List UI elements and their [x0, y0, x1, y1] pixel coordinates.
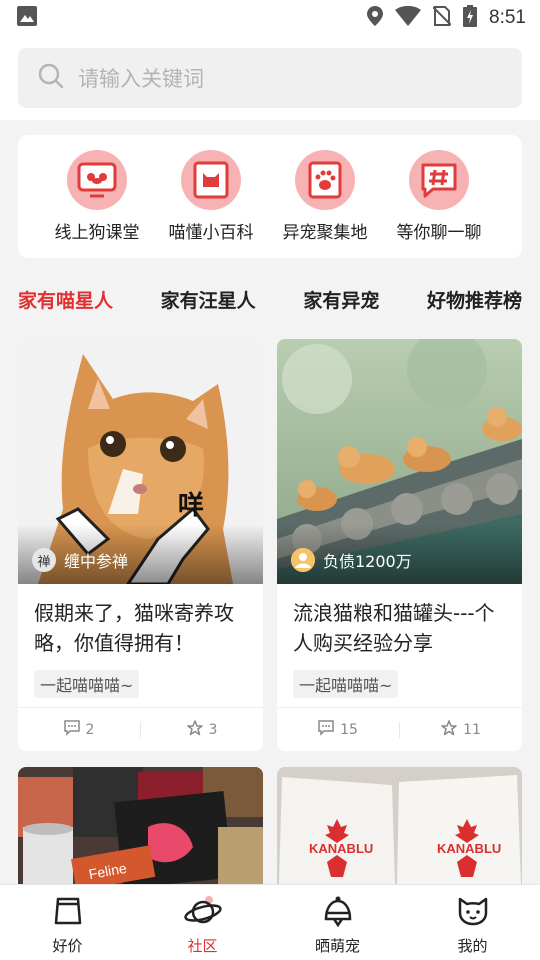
- search-icon: [38, 63, 64, 93]
- planet-icon: [183, 895, 223, 931]
- bottom-nav: 好价 社区 晒萌宠 我的: [0, 884, 540, 960]
- svg-text:KANABLU: KANABLU: [309, 841, 373, 856]
- cats-on-roof-photo: 负债1200万: [277, 339, 522, 584]
- nav-label: 晒萌宠: [314, 937, 360, 955]
- default-avatar-icon: [291, 548, 315, 572]
- favorite-count: 11: [463, 721, 481, 738]
- search-placeholder: 请输入关键词: [78, 67, 204, 91]
- tab-cats[interactable]: 家有喵星人: [18, 286, 113, 313]
- comment-button[interactable]: 15: [277, 719, 399, 740]
- post-title: 假期来了，猫咪寄养攻略，你值得拥有！: [34, 601, 234, 655]
- comment-count: 2: [85, 721, 95, 738]
- star-icon: [441, 719, 457, 740]
- nav-good-price[interactable]: 好价: [0, 885, 135, 960]
- nav-profile[interactable]: 我的: [405, 885, 540, 960]
- orange-cat-meme-photo: 咩 禅 缠中参禅: [18, 339, 263, 584]
- nav-label: 好价: [52, 937, 83, 955]
- comment-button[interactable]: 2: [18, 719, 140, 740]
- category-label: 等你聊一聊: [396, 223, 482, 243]
- category-card: 线上狗课堂 喵懂小百科 异宠聚集地 等你聊一聊: [18, 135, 522, 258]
- tab-exotic[interactable]: 家有异宠: [303, 286, 379, 313]
- clock: 8:51: [489, 7, 526, 28]
- tab-dogs[interactable]: 家有汪星人: [161, 286, 256, 313]
- svg-text:KANABLU: KANABLU: [437, 841, 501, 856]
- comment-icon: [63, 719, 80, 740]
- nav-community[interactable]: 社区: [135, 885, 270, 960]
- gallery-notification-icon: [16, 5, 38, 31]
- category-label: 线上狗课堂: [54, 223, 140, 243]
- favorite-count: 3: [208, 721, 218, 738]
- category-online-dog-class[interactable]: 线上狗课堂: [40, 135, 154, 258]
- search-header: 请输入关键词: [0, 36, 540, 120]
- wifi-icon: [395, 5, 422, 30]
- paw-card-icon: [295, 150, 355, 210]
- section-tabs: 家有喵星人 家有汪星人 家有异宠 好物推荐榜: [18, 282, 522, 316]
- nav-label: 我的: [457, 937, 488, 955]
- nav-label: 社区: [187, 937, 218, 955]
- post-author[interactable]: 禅 缠中参禅: [32, 548, 128, 572]
- post-tag[interactable]: 一起喵喵喵~: [34, 670, 140, 698]
- cat-food-packages-photo: Feline: [18, 767, 263, 884]
- svg-text:咩: 咩: [178, 490, 204, 521]
- status-bar: 8:51: [0, 0, 540, 36]
- dog-screen-icon: [67, 150, 127, 210]
- comment-count: 15: [340, 721, 358, 738]
- category-cat-encyclopedia[interactable]: 喵懂小百科: [154, 135, 268, 258]
- category-chat[interactable]: 等你聊一聊: [382, 135, 496, 258]
- nav-show-pets[interactable]: 晒萌宠: [270, 885, 405, 960]
- hashtag-chat-icon: [409, 150, 469, 210]
- post-footer: 2 3: [18, 707, 263, 751]
- kanablu-bags-photo: KANABLU KANABLU: [277, 767, 522, 884]
- no-sim-icon: [432, 5, 452, 31]
- location-icon: [367, 6, 384, 30]
- favorite-button[interactable]: 3: [141, 719, 263, 740]
- category-label: 异宠聚集地: [282, 223, 368, 243]
- post-card[interactable]: KANABLU KANABLU: [277, 767, 522, 884]
- category-exotic-pets[interactable]: 异宠聚集地: [268, 135, 382, 258]
- tag-icon: [52, 895, 84, 931]
- author-name: 缠中参禅: [64, 552, 129, 571]
- battery-charging-icon: [463, 5, 478, 31]
- post-footer: 15 11: [277, 707, 522, 751]
- post-title: 流浪猫粮和猫罐头---个人购买经验分享: [293, 601, 495, 655]
- favorite-button[interactable]: 11: [400, 719, 522, 740]
- post-card[interactable]: 负债1200万 流浪猫粮和猫罐头---个人购买经验分享 一起喵喵喵~ 15 11: [277, 339, 522, 751]
- cat-book-icon: [181, 150, 241, 210]
- search-input[interactable]: 请输入关键词: [18, 48, 522, 108]
- tab-recommend[interactable]: 好物推荐榜: [427, 286, 522, 313]
- star-icon: [186, 719, 203, 740]
- bell-icon: [322, 895, 354, 931]
- avatar: 禅: [32, 548, 56, 572]
- comment-icon: [318, 719, 334, 740]
- cat-face-icon: [457, 895, 489, 931]
- post-author[interactable]: 负债1200万: [291, 548, 412, 572]
- category-label: 喵懂小百科: [168, 223, 254, 243]
- author-name: 负债1200万: [323, 552, 412, 571]
- post-card[interactable]: 咩 禅 缠中参禅 假期来了，猫咪寄养攻略，你值得拥有！ 一起喵喵喵~ 2 3: [18, 339, 263, 751]
- post-tag[interactable]: 一起喵喵喵~: [293, 670, 399, 698]
- post-card[interactable]: Feline: [18, 767, 263, 884]
